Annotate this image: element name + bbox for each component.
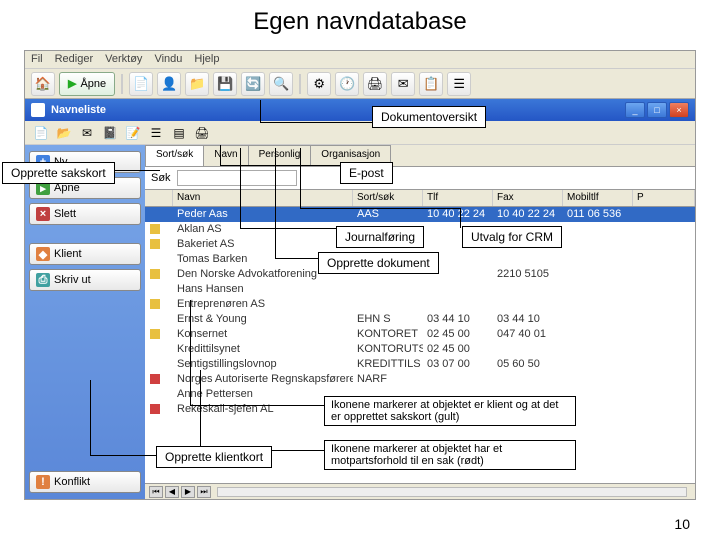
window-title: Navneliste: [51, 104, 106, 116]
play-icon: ▶: [68, 77, 76, 90]
minimize-button[interactable]: _: [625, 102, 645, 118]
search-row: Søk: [145, 167, 695, 189]
clock-icon[interactable]: 🕐: [335, 72, 359, 96]
callout-journal: Journalføring: [336, 226, 424, 248]
callout-crm: Utvalg for CRM: [462, 226, 562, 248]
tool-icon[interactable]: ⚙: [307, 72, 331, 96]
search-label: Søk: [151, 172, 171, 184]
table-row[interactable]: Entreprenøren AS: [145, 297, 695, 312]
menu-vindu[interactable]: Vindu: [154, 53, 182, 66]
maximize-button[interactable]: □: [647, 102, 667, 118]
folder-icon[interactable]: 📁: [185, 72, 209, 96]
col-p[interactable]: P: [633, 190, 695, 206]
table-row[interactable]: Norges Autoriserte Regnskapsføreres Fore…: [145, 372, 695, 387]
sidebar-item-label: Slett: [54, 208, 76, 220]
table-row[interactable]: KredittilsynetKONTORUTS02 45 00: [145, 342, 695, 357]
main-toolbar: 🏠 ▶ Åpne 📄 👤 📁 💾 🔄 🔍 ⚙ 🕐 🖨 ✉ 📋 ☰: [25, 69, 695, 99]
open-button[interactable]: ▶ Åpne: [59, 72, 115, 96]
menu-fil[interactable]: Fil: [31, 53, 43, 66]
sidebar-skrivut[interactable]: ⎙ Skriv ut: [29, 269, 141, 291]
callout-conflict-note: Ikonene markerer at objektet har et motp…: [324, 440, 576, 470]
print-icon: ⎙: [36, 273, 50, 287]
delete-icon: ×: [36, 207, 50, 221]
sidebar-item-label: Klient: [54, 248, 82, 260]
doc-icon[interactable]: 📄: [129, 72, 153, 96]
copy-icon[interactable]: 📋: [419, 72, 443, 96]
col-tlf[interactable]: Tlf: [423, 190, 493, 206]
col-fax[interactable]: Fax: [493, 190, 563, 206]
print-icon[interactable]: 🖨: [363, 72, 387, 96]
save-icon[interactable]: 💾: [213, 72, 237, 96]
list-icon[interactable]: ☰: [447, 72, 471, 96]
mail-icon[interactable]: ✉: [391, 72, 415, 96]
open-label: Åpne: [80, 78, 106, 90]
scroll-next[interactable]: ▶: [181, 486, 195, 498]
close-button[interactable]: ×: [669, 102, 689, 118]
callout-create-doc: Opprette dokument: [318, 252, 439, 274]
grid-header: Navn Sort/søk Tlf Fax Mobiltlf P: [145, 189, 695, 207]
app-window: Fil Rediger Verktøy Vindu Hjelp 🏠 ▶ Åpne …: [24, 50, 696, 500]
refresh-icon[interactable]: 🔄: [241, 72, 265, 96]
client-icon: ◆: [36, 247, 50, 261]
window-icon: [31, 103, 45, 117]
separator: [299, 74, 301, 94]
journal-icon[interactable]: 📓: [100, 123, 120, 143]
callout-create-case: Opprette sakskort: [2, 162, 115, 184]
person-icon[interactable]: 👤: [157, 72, 181, 96]
table-row[interactable]: Peder AasAAS10 40 22 2410 40 22 24011 06…: [145, 207, 695, 222]
search-input[interactable]: [177, 170, 297, 186]
tab-bar: Sort/søk Navn Personlig Organisasjon: [145, 145, 695, 167]
callout-client-note: Ikonene markerer at objektet er klient o…: [324, 396, 576, 426]
col-sort[interactable]: Sort/søk: [353, 190, 423, 206]
sidebar-item-label: Konflikt: [54, 476, 90, 488]
callout-email: E-post: [340, 162, 393, 184]
list2-icon[interactable]: ☰: [146, 123, 166, 143]
tab-navn[interactable]: Navn: [203, 145, 248, 166]
table-row[interactable]: SentigstillingslovnopKREDITTILS03 07 000…: [145, 357, 695, 372]
callout-doc-overview: Dokumentoversikt: [372, 106, 486, 128]
slide-title: Egen navndatabase: [0, 0, 720, 40]
sidebar-klient[interactable]: ◆ Klient: [29, 243, 141, 265]
menu-hjelp[interactable]: Hjelp: [194, 53, 219, 66]
col-icon[interactable]: [145, 190, 173, 206]
sidebar-konflikt[interactable]: ! Konflikt: [29, 471, 141, 493]
scroll-last[interactable]: ⏭: [197, 486, 211, 498]
tab-personlig[interactable]: Personlig: [248, 145, 312, 166]
menu-rediger[interactable]: Rediger: [55, 53, 94, 66]
scrollbar[interactable]: ⏮ ◀ ▶ ⏭: [145, 483, 695, 499]
filter-icon[interactable]: ▤: [169, 123, 189, 143]
col-mobil[interactable]: Mobiltlf: [563, 190, 633, 206]
callout-create-client: Opprette klientkort: [156, 446, 272, 468]
table-row[interactable]: KonsernetKONTORET02 45 00047 40 01: [145, 327, 695, 342]
new-icon[interactable]: 📄: [31, 123, 51, 143]
search-icon[interactable]: 🔍: [269, 72, 293, 96]
scroll-prev[interactable]: ◀: [165, 486, 179, 498]
sidebar-item-label: Skriv ut: [54, 274, 91, 286]
menu-verktoy[interactable]: Verktøy: [105, 53, 142, 66]
open2-icon[interactable]: 📂: [54, 123, 74, 143]
print2-icon[interactable]: 🖨: [192, 123, 212, 143]
tab-sortsok[interactable]: Sort/søk: [145, 145, 204, 166]
mail2-icon[interactable]: ✉: [77, 123, 97, 143]
sub-toolbar: 📄 📂 ✉ 📓 📝 ☰ ▤ 🖨: [25, 121, 695, 145]
doc2-icon[interactable]: 📝: [123, 123, 143, 143]
sidebar-slett[interactable]: × Slett: [29, 203, 141, 225]
home-icon[interactable]: 🏠: [31, 72, 55, 96]
col-navn[interactable]: Navn: [173, 190, 353, 206]
page-number: 10: [674, 516, 690, 532]
conflict-icon: !: [36, 475, 50, 489]
scroll-first[interactable]: ⏮: [149, 486, 163, 498]
table-row[interactable]: Ernst & YoungEHN S03 44 1003 44 10: [145, 312, 695, 327]
menubar: Fil Rediger Verktøy Vindu Hjelp: [25, 51, 695, 69]
table-row[interactable]: Hans Hansen: [145, 282, 695, 297]
separator: [121, 74, 123, 94]
window-titlebar: Navneliste _ □ ×: [25, 99, 695, 121]
sidebar: +Ny ▸Åpne ×Slett ◆Klient ⎙Skriv ut !Konf…: [25, 145, 145, 499]
